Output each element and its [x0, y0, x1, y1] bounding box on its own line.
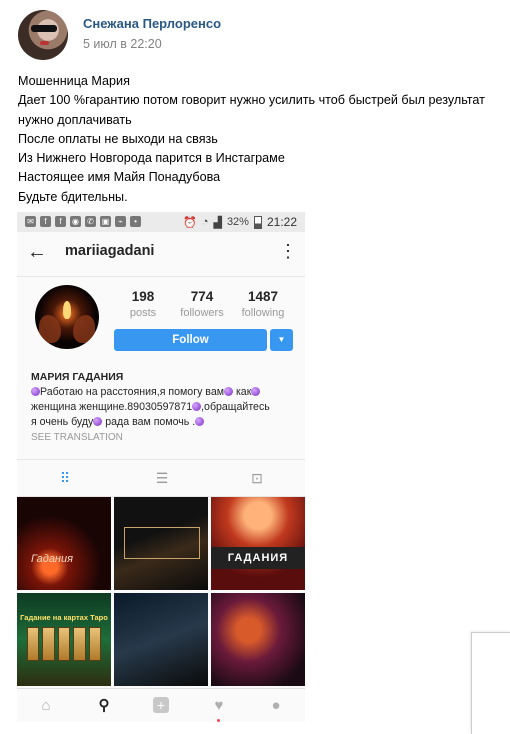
bio-fragment: Работаю на расстояния,я помогу вам: [40, 386, 224, 398]
profile-username: mariiagadani: [65, 243, 155, 259]
stat-following[interactable]: 1487 following: [233, 289, 293, 319]
avatar-lips: [40, 41, 49, 45]
image-icon: ▣: [100, 216, 111, 227]
post-line: Настоящее имя Майя Понадубова: [18, 170, 221, 185]
profile-icon[interactable]: ●: [266, 696, 286, 716]
photo-thumbnail[interactable]: [114, 497, 208, 590]
bio-line: Работаю на расстояния,я помогу вам как: [31, 385, 301, 400]
overlay-panel: [471, 632, 510, 734]
photo-thumbnail[interactable]: [114, 593, 208, 686]
add-post-icon[interactable]: +: [151, 696, 171, 716]
photo-thumbnail[interactable]: Гадание на картах Таро: [17, 593, 111, 686]
vibrate-icon: ⌁: [115, 216, 126, 227]
purple-circle-icon: [195, 417, 205, 426]
status-right: ⏰ ◔ ▟ 32% 21:22: [183, 215, 297, 229]
post-line: Будьте бдительны.: [18, 189, 128, 204]
photo-hand: [73, 315, 95, 343]
attached-screenshot[interactable]: ✉ f f ◉ ✆ ▣ ⌁ • ⏰ ◔ ▟ 32% 21:22 ← mariia…: [17, 212, 305, 722]
profile-tabs: ⠿ ☰ ⊡: [17, 459, 305, 497]
bio-line: я очень буду рада вам помочь .: [31, 415, 301, 430]
status-time: 21:22: [266, 215, 297, 229]
bio-name: МАРИЯ ГАДАНИЯ: [31, 371, 124, 383]
post-line: Мошенница Мария: [18, 74, 130, 88]
purple-circle-icon: [192, 402, 202, 411]
purple-circle-icon: [251, 387, 261, 396]
photo-thumbnail[interactable]: Гадания: [17, 497, 111, 590]
stat-number: 1487: [247, 289, 279, 304]
list-view-icon[interactable]: ☰: [152, 469, 172, 487]
post-line: Из Нижнего Новгорода парится в Инстаграм…: [18, 151, 285, 166]
stat-posts[interactable]: 198 posts: [113, 289, 173, 319]
battery-icon: [253, 215, 262, 229]
post-date[interactable]: 5 июл в 22:20: [83, 37, 162, 51]
battery-percent: 32%: [226, 216, 249, 228]
purple-circle-icon: [93, 417, 103, 426]
photo-grid: Гадания ГАДАНИЯ Гадание на картах Таро: [17, 497, 305, 687]
photo-thumbnail[interactable]: ГАДАНИЯ: [211, 497, 305, 590]
photo-frame: [124, 527, 200, 559]
more-icon: •: [130, 216, 141, 227]
photo-caption: Гадание на картах Таро: [20, 613, 108, 622]
bio-fragment: как: [233, 386, 252, 398]
stat-number: 774: [190, 289, 214, 304]
stat-label: posts: [129, 307, 157, 319]
stat-followers[interactable]: 774 followers: [172, 289, 232, 319]
home-icon[interactable]: ⌂: [36, 696, 56, 716]
facebook-icon: f: [40, 216, 51, 227]
whatsapp-icon: ✆: [85, 216, 96, 227]
tarot-cards: [27, 627, 102, 661]
search-icon[interactable]: ⚲: [94, 696, 114, 716]
author-name[interactable]: Снежана Перлоренсо: [83, 16, 221, 31]
tagged-photos-icon[interactable]: ⊡: [247, 469, 267, 487]
back-arrow-icon[interactable]: ←: [27, 242, 47, 262]
candle-flame: [63, 301, 71, 319]
stat-label: following: [241, 307, 285, 319]
post-line: После оплаты не выходи на связь: [18, 131, 218, 146]
wifi-icon: ◔: [201, 216, 209, 228]
profile-picture[interactable]: [35, 285, 99, 349]
stat-number: 198: [131, 289, 155, 304]
post-line: Дает 100 %гарантию потом говорит нужно у…: [18, 93, 485, 108]
alarm-icon: ⏰: [183, 216, 197, 229]
purple-circle-icon: [224, 387, 233, 396]
bio-fragment: рада вам помочь .: [102, 416, 196, 428]
stat-label: followers: [180, 307, 224, 319]
instagram-bottom-nav: ⌂ ⚲ + ♥ ●: [17, 688, 305, 722]
instagram-header: ← mariiagadani ⋮: [17, 232, 305, 277]
phone-statusbar: ✉ f f ◉ ✆ ▣ ⌁ • ⏰ ◔ ▟ 32% 21:22: [17, 212, 305, 232]
signal-icon: ▟: [213, 216, 222, 229]
messenger-icon: ◉: [70, 216, 81, 227]
notification-icons: ✉ f f ◉ ✆ ▣ ⌁ •: [25, 216, 141, 227]
bio-fragment: ,обращайтесь: [201, 401, 270, 413]
photo-thumbnail[interactable]: [211, 593, 305, 686]
bio-text: Работаю на расстояния,я помогу вам как ж…: [31, 385, 301, 430]
photo-hand: [39, 315, 61, 343]
post-line: нужно доплачивать: [18, 112, 132, 127]
photo-caption: ГАДАНИЯ: [211, 547, 305, 569]
see-translation-link[interactable]: SEE TRANSLATION: [31, 432, 123, 443]
follow-button[interactable]: Follow: [114, 329, 267, 351]
avatar-glasses: [31, 25, 57, 32]
activity-dot: [217, 719, 220, 722]
purple-circle-icon: [31, 387, 40, 396]
heart-icon[interactable]: ♥: [209, 696, 229, 716]
notification-icon: ✉: [25, 216, 36, 227]
facebook-icon: f: [55, 216, 66, 227]
grid-view-icon[interactable]: ⠿: [55, 469, 75, 487]
bio-fragment: я очень буду: [31, 416, 94, 428]
bio-line: женщина женщине.89030597871 ,обращайтесь: [31, 400, 301, 415]
more-options-icon[interactable]: ⋮: [279, 241, 297, 261]
suggested-dropdown-button[interactable]: ▼: [270, 329, 293, 351]
bio-fragment: женщина женщине.89030597871: [31, 401, 193, 413]
author-avatar[interactable]: [18, 10, 68, 60]
post-text: Мошенница Мария Дает 100 %гарантию потом…: [18, 72, 508, 207]
photo-caption: Гадания: [31, 553, 73, 565]
